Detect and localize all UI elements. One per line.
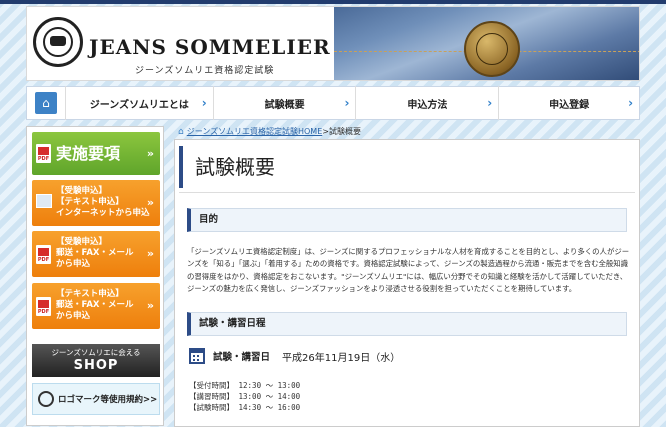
time-exam: 【試験時間】 14:30 ～ 16:00 bbox=[189, 403, 301, 412]
double-chevron-icon: » bbox=[146, 247, 154, 260]
text-post-apply-button[interactable]: PDF 【テキスト申込】 郵送・FAX・メール から申込 » bbox=[32, 283, 160, 329]
time-reception: 【受付時間】 12:30 ～ 13:00 bbox=[189, 381, 301, 390]
logomark-terms-link[interactable]: ロゴマーク等使用規約>> bbox=[32, 383, 160, 415]
exam-post-line3: から申込 bbox=[56, 259, 91, 269]
top-bar bbox=[0, 0, 666, 4]
exam-post-apply-button[interactable]: PDF 【受験申込】 郵送・FAX・メール から申込 » bbox=[32, 231, 160, 277]
date-value: 平成26年11月19日（水） bbox=[282, 352, 401, 364]
brand-title[interactable]: JEANS SOMMELIER bbox=[89, 35, 331, 59]
section-heading-purpose: 目的 bbox=[187, 208, 627, 232]
text-post-line1: 【テキスト申込】 bbox=[56, 289, 124, 299]
shop-title: SHOP bbox=[73, 358, 119, 373]
nav-label: 申込登録 bbox=[549, 99, 590, 111]
breadcrumb-current: >試験概要 bbox=[322, 127, 361, 136]
divider bbox=[179, 192, 635, 193]
double-chevron-icon: » bbox=[146, 299, 154, 312]
date-row: 試験・講習日 平成26年11月19日（水） bbox=[189, 348, 400, 364]
exam-post-line2: 郵送・FAX・メール bbox=[56, 248, 134, 258]
page-wrapper: JEANS SOMMELIER ジーンズソムリエ資格認定試験 ⌂ ジーンズソムリ… bbox=[26, 6, 640, 427]
internet-line1: 【受験申込】 bbox=[56, 186, 108, 196]
double-chevron-icon: » bbox=[146, 196, 154, 209]
pdf-icon: PDF bbox=[36, 144, 51, 163]
chevron-right-icon: › bbox=[344, 96, 350, 110]
time-list: 【受付時間】 12:30 ～ 13:00 【講習時間】 13:00 ～ 14:0… bbox=[189, 380, 300, 413]
sidebar: PDF 実施要項 » 【受験申込】 【テキスト申込】 インターネットから申込 »… bbox=[26, 126, 164, 426]
logo-seal-icon[interactable] bbox=[33, 17, 83, 67]
logomark-label: ロゴマーク等使用規約>> bbox=[58, 395, 158, 405]
global-nav: ⌂ ジーンズソムリエとは › 試験概要 › 申込方法 › 申込登録 › bbox=[26, 86, 640, 120]
shop-caption: ジーンズソムリエに会える bbox=[51, 348, 141, 357]
site-header: JEANS SOMMELIER ジーンズソムリエ資格認定試験 bbox=[26, 6, 640, 81]
nav-item-overview[interactable]: 試験概要 › bbox=[212, 86, 356, 120]
denim-photo bbox=[334, 7, 639, 80]
brand-subtitle: ジーンズソムリエ資格認定試験 bbox=[135, 66, 275, 76]
chevron-right-icon: › bbox=[487, 96, 493, 110]
internet-line2: 【テキスト申込】 bbox=[56, 197, 124, 207]
text-post-line2: 郵送・FAX・メール bbox=[56, 300, 134, 310]
guideline-label: 実施要項 bbox=[56, 144, 121, 163]
internet-apply-button[interactable]: 【受験申込】 【テキスト申込】 インターネットから申込 » bbox=[32, 180, 160, 226]
chevron-right-icon: › bbox=[628, 96, 634, 110]
section-heading-schedule: 試験・講習日程 bbox=[187, 312, 627, 336]
home-icon[interactable]: ⌂ bbox=[35, 92, 57, 114]
purpose-text: 「ジーンズソムリエ資格認定制度」は、ジーンズに関するプロフェッショナルな人材を育… bbox=[187, 247, 630, 294]
date-label: 試験・講習日 bbox=[213, 352, 271, 363]
double-chevron-icon: » bbox=[146, 147, 154, 160]
guideline-pdf-button[interactable]: PDF 実施要項 » bbox=[32, 132, 160, 175]
nav-label: ジーンズソムリエとは bbox=[89, 99, 189, 111]
pdf-icon: PDF bbox=[36, 297, 51, 316]
logo-seal-icon bbox=[38, 391, 54, 407]
home-icon: ⌂ bbox=[178, 126, 184, 137]
nav-item-apply-method[interactable]: 申込方法 › bbox=[355, 86, 498, 120]
page-title: 試験概要 bbox=[179, 146, 635, 188]
nav-label: 試験概要 bbox=[264, 99, 305, 111]
main-content: 試験概要 目的 「ジーンズソムリエ資格認定制度」は、ジーンズに関するプロフェッシ… bbox=[174, 139, 640, 427]
exam-post-line1: 【受験申込】 bbox=[56, 237, 108, 247]
calendar-icon bbox=[189, 348, 205, 364]
time-lecture: 【講習時間】 13:00 ～ 14:00 bbox=[189, 392, 301, 401]
internet-line3: インターネットから申込 bbox=[56, 208, 150, 218]
chevron-right-icon: › bbox=[201, 96, 207, 110]
breadcrumb-home-link[interactable]: ジーンズソムリエ資格認定試験HOME bbox=[187, 126, 323, 137]
text-post-line3: から申込 bbox=[56, 311, 91, 321]
nav-label: 申込方法 bbox=[407, 99, 448, 111]
nav-item-register[interactable]: 申込登録 › bbox=[498, 86, 639, 120]
shop-banner[interactable]: ジーンズソムリエに会える SHOP bbox=[32, 344, 160, 377]
breadcrumb: ⌂ ジーンズソムリエ資格認定試験HOME >試験概要 bbox=[178, 126, 361, 137]
browser-icon bbox=[36, 194, 52, 208]
pdf-icon: PDF bbox=[36, 245, 51, 264]
nav-item-about[interactable]: ジーンズソムリエとは › bbox=[64, 86, 213, 120]
jeans-button-image bbox=[464, 21, 520, 77]
